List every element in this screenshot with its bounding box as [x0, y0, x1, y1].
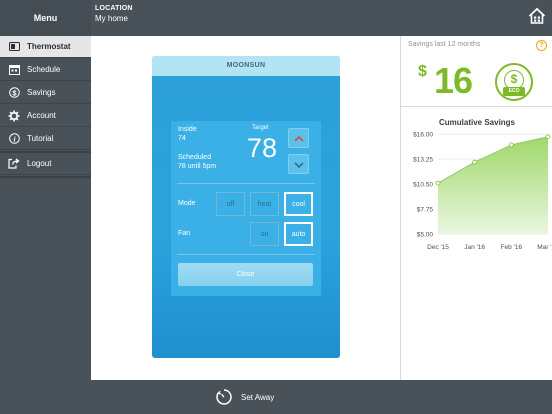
- sidebar-item-label: Thermostat: [27, 42, 71, 51]
- data-point: [435, 180, 441, 186]
- savings-amount: 16: [434, 60, 473, 101]
- savings-panel: Savings last 12 months ? $ 16 $ ECO Cumu…: [400, 36, 552, 380]
- data-point: [508, 142, 514, 148]
- savings-title: Savings last 12 months: [408, 41, 481, 48]
- chevron-down-icon: [293, 155, 304, 173]
- currency-symbol: $: [418, 63, 427, 80]
- temperature-down-button[interactable]: [288, 154, 309, 174]
- target-value: 78: [247, 133, 278, 163]
- x-tick-label: Mar '16: [537, 244, 552, 251]
- y-tick-label: $5.00: [417, 232, 434, 239]
- inside-label: Inside: [178, 126, 197, 133]
- sidebar-item-savings[interactable]: $ Savings: [0, 82, 91, 104]
- sidebar-item-label: Savings: [27, 88, 56, 97]
- data-point: [545, 134, 551, 140]
- bottom-bar: Set Away: [91, 380, 552, 414]
- sidebar-item-logout[interactable]: Logout: [0, 153, 91, 175]
- thermostat-icon: [8, 41, 20, 53]
- sidebar-title: Menu: [0, 0, 91, 36]
- timer-icon: [215, 388, 233, 406]
- fan-on-button[interactable]: on: [250, 222, 279, 246]
- home-icon: [528, 7, 546, 29]
- location-label: LOCATION: [95, 5, 133, 12]
- divider: [177, 183, 315, 184]
- close-button[interactable]: Close: [178, 263, 313, 286]
- sidebar-item-label: Account: [27, 111, 56, 120]
- fan-auto-button[interactable]: auto: [284, 222, 313, 246]
- y-tick-label: $10.50: [413, 182, 433, 189]
- set-away-button[interactable]: Set Away: [215, 388, 274, 406]
- thermostat-controls: Inside 74 Scheduled 78 until 5pm Target …: [171, 121, 321, 296]
- y-tick-label: $16.00: [413, 132, 433, 139]
- logout-icon: [8, 158, 20, 170]
- sidebar-item-label: Schedule: [27, 65, 61, 74]
- data-point: [472, 159, 478, 165]
- cumulative-savings-chart: $16.00 $13.25 $10.50 $7.75 $5.00 Dec '15 Jan …: [413, 132, 552, 252]
- set-away-label: Set Away: [241, 392, 275, 402]
- sidebar-item-schedule[interactable]: Schedule: [0, 59, 91, 81]
- area-fill: [438, 136, 548, 234]
- eco-badge: $ ECO: [495, 63, 533, 101]
- x-tick-label: Dec '15: [427, 244, 449, 251]
- sidebar-item-label: Logout: [27, 159, 52, 168]
- chevron-up-icon: [293, 129, 304, 147]
- home-button[interactable]: [528, 7, 546, 25]
- fan-label: Fan: [178, 230, 191, 237]
- thermostat-card: MOONSUN Inside 74 Scheduled 78 until 5pm…: [152, 56, 340, 358]
- x-tick-label: Jan '16: [464, 244, 485, 251]
- dollar-icon: $: [8, 87, 20, 99]
- main-content: MOONSUN Inside 74 Scheduled 78 until 5pm…: [91, 36, 400, 380]
- scheduled-value: 78 until 5pm: [178, 163, 217, 170]
- eco-label: ECO: [503, 87, 525, 96]
- mode-off-button[interactable]: off: [216, 192, 245, 216]
- temperature-up-button[interactable]: [288, 128, 309, 148]
- sidebar: Menu Thermostat Schedule $ Savings Accou…: [0, 0, 91, 414]
- divider: [177, 254, 315, 255]
- target-label: Target: [252, 125, 269, 131]
- sidebar-item-thermostat[interactable]: Thermostat: [0, 36, 91, 58]
- mode-cool-button[interactable]: cool: [284, 192, 313, 216]
- top-bar: LOCATION My home: [91, 0, 552, 36]
- scheduled-label: Scheduled: [178, 154, 212, 161]
- x-tick-label: Feb '16: [501, 244, 523, 251]
- divider: [401, 106, 552, 107]
- location-value[interactable]: My home: [95, 14, 128, 23]
- gear-icon: [8, 110, 20, 122]
- mode-heat-button[interactable]: heat: [250, 192, 279, 216]
- inside-value: 74: [178, 135, 186, 142]
- mode-label: Mode: [178, 200, 196, 207]
- svg-text:i: i: [13, 135, 16, 144]
- menu-divider: [0, 176, 91, 178]
- y-tick-label: $13.25: [413, 157, 433, 164]
- info-icon: i: [8, 133, 20, 145]
- thermostat-name: MOONSUN: [152, 56, 340, 76]
- help-icon[interactable]: ?: [536, 40, 547, 51]
- sidebar-item-tutorial[interactable]: i Tutorial: [0, 128, 91, 150]
- svg-text:$: $: [12, 88, 17, 97]
- y-tick-label: $7.75: [417, 207, 434, 214]
- sidebar-item-label: Tutorial: [27, 134, 54, 143]
- calendar-icon: [8, 64, 20, 76]
- sidebar-item-account[interactable]: Account: [0, 105, 91, 127]
